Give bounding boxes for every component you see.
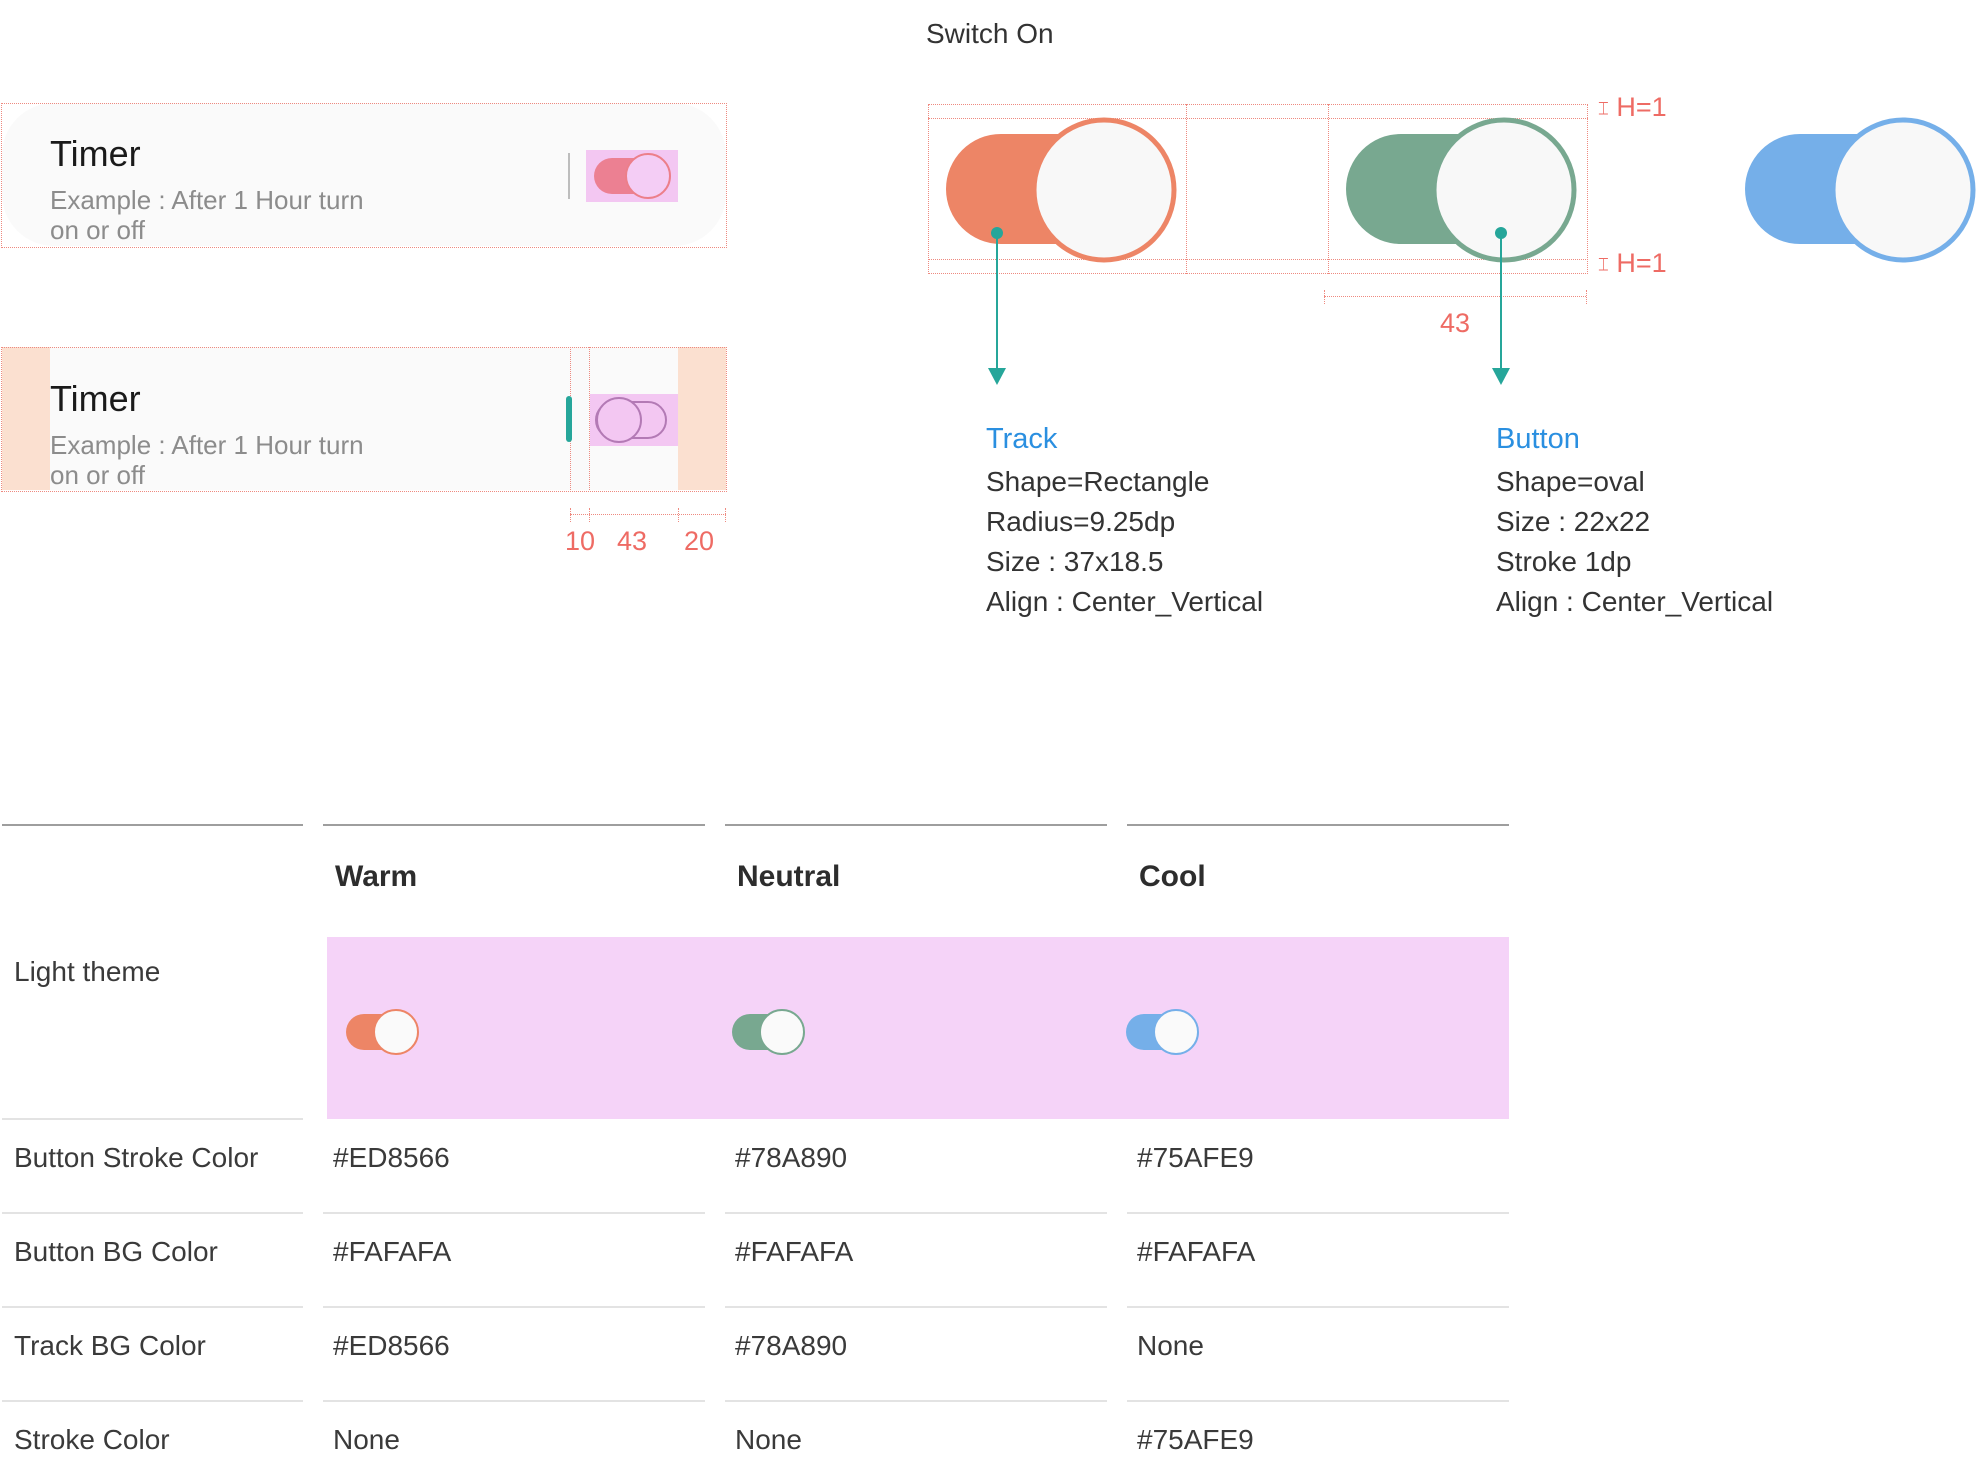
button-heading: Button <box>1496 423 1580 455</box>
i-beam-icon: ⌶ <box>1598 98 1609 119</box>
card-2-divider <box>566 396 572 442</box>
warm-switch-preview[interactable] <box>344 1006 424 1058</box>
dimension-left: 10 <box>565 526 596 556</box>
width-dimension-tick <box>1586 290 1587 304</box>
cell-warm-button-stroke: #ED8566 <box>333 1142 450 1173</box>
cell-neutral-button-bg: #FAFAFA <box>735 1236 854 1267</box>
track-callout-arrow <box>988 227 1006 385</box>
switch-spec-guide-v2 <box>1328 104 1329 274</box>
dimension-tick <box>570 508 571 522</box>
button-shape: Shape=oval <box>1496 466 1645 497</box>
page-title: Switch On <box>926 18 1054 49</box>
i-beam-icon: ⌶ <box>1598 254 1609 275</box>
row-label-stroke-color: Stroke Color <box>14 1424 170 1455</box>
track-size: Size : 37x18.5 <box>986 546 1164 577</box>
table-top-rule <box>2 824 303 826</box>
track-radius: Radius=9.25dp <box>986 506 1176 537</box>
track-shape: Shape=Rectangle <box>986 466 1210 497</box>
cell-neutral-track-bg: #78A890 <box>735 1330 848 1361</box>
neutral-switch-preview[interactable] <box>730 1006 810 1058</box>
row-separator <box>725 1212 1107 1214</box>
row-separator <box>2 1400 303 1402</box>
switch-neutral-large <box>1346 117 1577 263</box>
cell-neutral-stroke: None <box>735 1424 802 1455</box>
row-label-button-bg-color: Button BG Color <box>14 1236 218 1267</box>
cell-cool-button-stroke: #75AFE9 <box>1137 1142 1254 1173</box>
dimension-tick <box>725 508 726 522</box>
column-header-cool: Cool <box>1139 860 1206 893</box>
cell-cool-stroke: #75AFE9 <box>1137 1424 1254 1455</box>
card-1-subtitle-line2: on or off <box>50 215 145 245</box>
cool-switch-preview[interactable] <box>1124 1006 1204 1058</box>
button-align: Align : Center_Vertical <box>1496 586 1774 617</box>
card-2-subtitle-line2: on or off <box>50 460 145 490</box>
row-separator <box>725 1400 1107 1402</box>
cell-neutral-button-stroke: #78A890 <box>735 1142 848 1173</box>
dimension-tick <box>589 508 590 522</box>
switch-cool-large <box>1745 117 1976 263</box>
row-separator <box>2 1212 303 1214</box>
row-separator <box>2 1306 303 1308</box>
height-label-bottom: H=1 <box>1616 248 1667 278</box>
card-1-subtitle-line1: Example : After 1 Hour turn <box>50 185 364 215</box>
card-2-title: Timer <box>50 378 141 419</box>
width-dimension-tick <box>1324 290 1325 304</box>
cell-cool-track-bg: None <box>1137 1330 1204 1361</box>
table-top-rule <box>323 824 705 826</box>
row-separator <box>323 1400 705 1402</box>
cell-warm-stroke: None <box>333 1424 400 1455</box>
light-theme-preview <box>327 937 1509 1119</box>
row-separator <box>323 1306 705 1308</box>
row-separator <box>1127 1400 1509 1402</box>
button-size: Size : 22x22 <box>1496 506 1651 537</box>
row-label-button-stroke-color: Button Stroke Color <box>14 1142 259 1173</box>
table-top-rule <box>1127 824 1509 826</box>
table-top-rule <box>725 824 1107 826</box>
card-1-divider <box>568 153 570 199</box>
row-separator <box>725 1306 1107 1308</box>
dimension-middle: 43 <box>617 526 648 556</box>
width-dimension-line <box>1324 296 1586 297</box>
switch-spec-guide-v1 <box>1186 104 1187 274</box>
column-header-warm: Warm <box>335 860 418 893</box>
row-separator <box>1127 1306 1509 1308</box>
cell-warm-track-bg: #ED8566 <box>333 1330 450 1361</box>
track-heading: Track <box>986 423 1058 455</box>
track-align: Align : Center_Vertical <box>986 586 1264 617</box>
cell-warm-button-bg: #FAFAFA <box>333 1236 452 1267</box>
button-stroke: Stroke 1dp <box>1496 546 1632 577</box>
column-header-neutral: Neutral <box>737 860 841 893</box>
switch-warm-large <box>946 117 1177 263</box>
height-label-top: H=1 <box>1616 92 1667 122</box>
row-separator <box>2 1118 303 1120</box>
height-marker-top: ⌶ H=1 <box>1598 92 1667 123</box>
row-separator <box>1127 1212 1509 1214</box>
switch-thumb <box>625 153 671 199</box>
dimension-tick <box>678 508 679 522</box>
row-separator <box>323 1212 705 1214</box>
card-1-title: Timer <box>50 133 141 174</box>
switch-thumb <box>596 397 642 443</box>
dimension-line <box>570 514 726 515</box>
card-2-switch[interactable] <box>590 394 678 446</box>
cell-cool-button-bg: #FAFAFA <box>1137 1236 1256 1267</box>
card-1-switch[interactable] <box>586 150 678 202</box>
button-callout-arrow <box>1492 227 1510 385</box>
row-label-light-theme: Light theme <box>14 956 161 987</box>
card-2-subtitle-line1: Example : After 1 Hour turn <box>50 430 364 460</box>
dimension-right: 20 <box>684 526 715 556</box>
width-dimension-label: 43 <box>1440 308 1471 338</box>
height-marker-bottom: ⌶ H=1 <box>1598 248 1667 279</box>
row-label-track-bg-color: Track BG Color <box>14 1330 206 1361</box>
